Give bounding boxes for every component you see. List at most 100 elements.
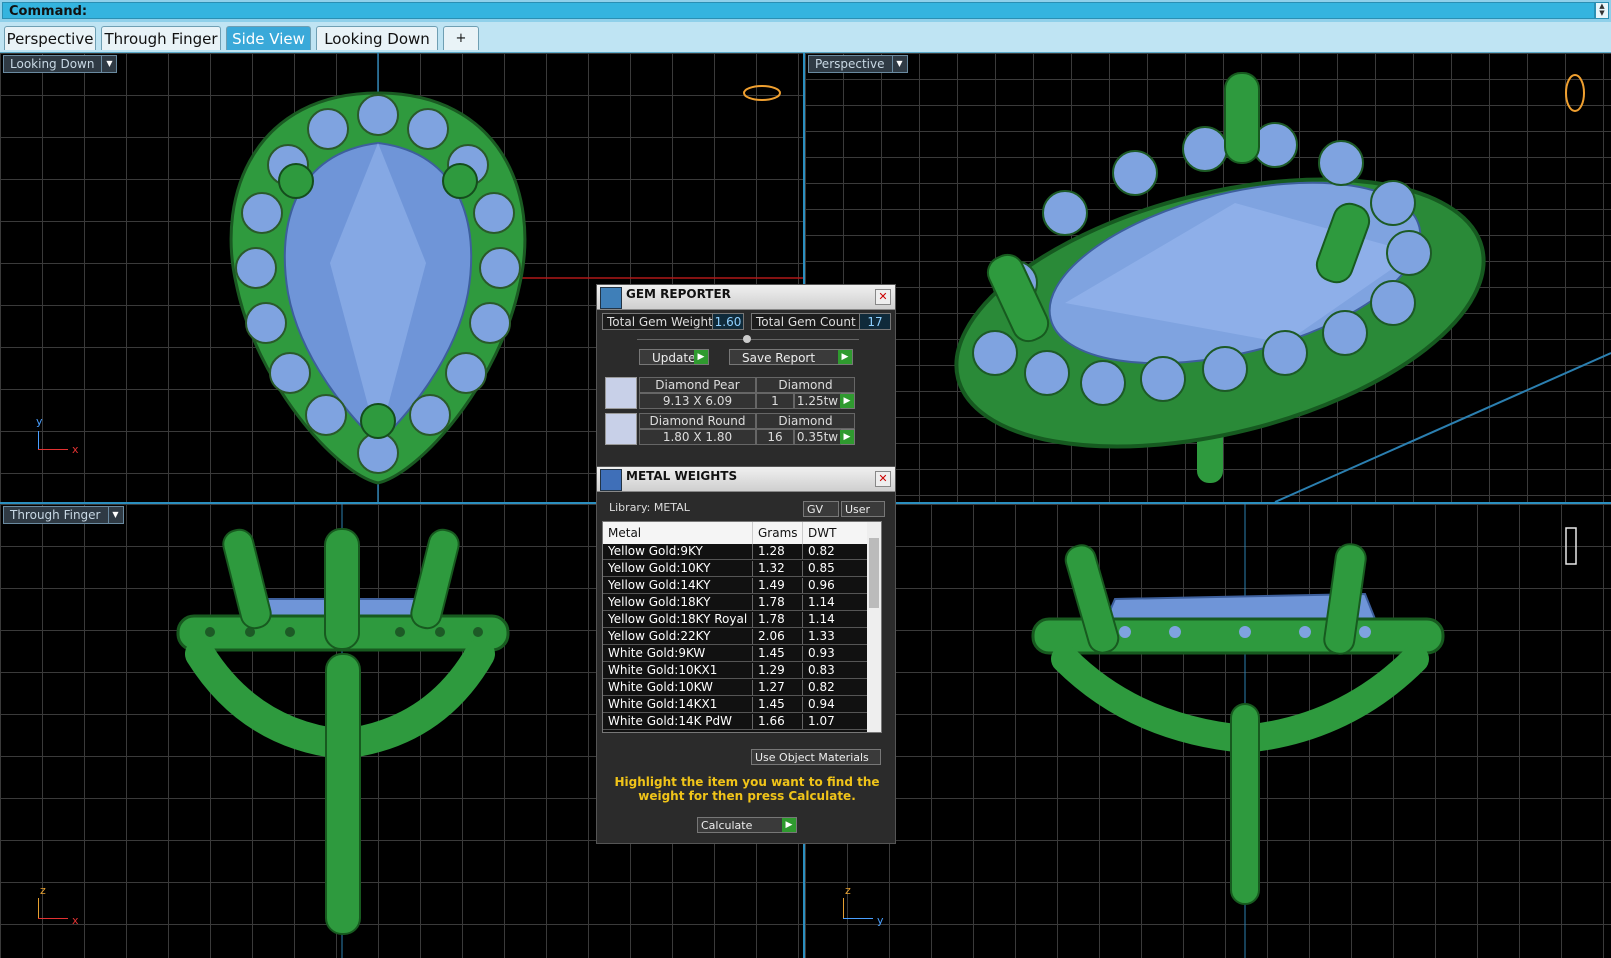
total-gem-count-label: Total Gem Count <box>756 315 856 329</box>
table-row[interactable]: Yellow Gold:14KY 1.49 0.96 <box>603 578 868 594</box>
calculate-button[interactable]: Calculate ▶ <box>697 817 797 833</box>
close-icon[interactable]: ✕ <box>875 289 891 305</box>
cell-metal: Yellow Gold:18KY <box>603 595 753 610</box>
cell-grams: 1.78 <box>753 612 803 627</box>
cell-grams: 1.66 <box>753 714 803 729</box>
gem-size: 9.13 X 6.09 <box>639 393 756 409</box>
col-header-dwt[interactable]: DWT <box>803 522 868 544</box>
ring-orientation-icon <box>1565 74 1585 112</box>
gem-detail-button[interactable]: ▶ <box>840 393 855 409</box>
gem-detail-button[interactable]: ▶ <box>840 429 855 445</box>
calculate-hint: Highlight the item you want to find the … <box>614 775 880 803</box>
table-row[interactable]: Yellow Gold:10KY 1.32 0.85 <box>603 561 868 577</box>
cell-metal: Yellow Gold:22KY <box>603 629 753 644</box>
close-icon[interactable]: ✕ <box>875 471 891 487</box>
cell-dwt: 0.93 <box>803 646 868 661</box>
viewport-side-view[interactable]: z y <box>805 504 1611 958</box>
tab-looking-down[interactable]: Looking Down <box>316 26 438 50</box>
tab-through-finger[interactable]: Through Finger <box>101 26 221 50</box>
panel-title: GEM REPORTER <box>626 287 731 301</box>
table-row[interactable]: Yellow Gold:9KY 1.28 0.82 <box>603 544 868 560</box>
gem-weight: 0.35tw <box>794 429 841 445</box>
pear-side-render <box>1031 504 1577 958</box>
gem-count: 1 <box>756 393 794 409</box>
axis-y-label: y <box>36 415 43 428</box>
cell-grams: 1.49 <box>753 578 803 593</box>
table-row[interactable]: Yellow Gold:18KY Royal 1.78 1.14 <box>603 612 868 628</box>
gem-reporter-panel: GEM REPORTER ✕ Total Gem Weight 1.60 Tot… <box>596 284 896 468</box>
cell-dwt: 1.07 <box>803 714 868 729</box>
table-row[interactable]: White Gold:14KX1 1.45 0.94 <box>603 697 868 713</box>
gem-reporter-titlebar[interactable]: GEM REPORTER ✕ <box>597 285 895 310</box>
chevron-down-icon[interactable]: ▼ <box>891 56 907 72</box>
viewport-perspective[interactable]: Perspective ▼ <box>805 53 1611 502</box>
command-scroll-arrows[interactable]: ▲ ▼ <box>1595 2 1609 19</box>
play-icon: ▶ <box>694 350 708 364</box>
axis-x-label: x <box>72 443 79 456</box>
metal-weights-table: Metal Grams DWT Yellow Gold:9KY 1.28 0.82 Y… <box>602 521 882 733</box>
cell-metal: White Gold:10KX1 <box>603 663 753 678</box>
cell-dwt: 1.33 <box>803 629 868 644</box>
col-header-metal[interactable]: Metal <box>603 522 753 544</box>
use-object-materials-toggle[interactable]: Use Object Materials <box>751 749 881 765</box>
chevron-down-icon[interactable]: ▼ <box>101 56 116 72</box>
axis-x-label: x <box>72 914 79 927</box>
cell-grams: 1.28 <box>753 544 803 559</box>
play-icon: ▶ <box>838 350 852 364</box>
cell-dwt: 0.94 <box>803 697 868 712</box>
metal-weights-titlebar[interactable]: METAL WEIGHTS ✕ <box>597 467 895 492</box>
ring-orientation-icon <box>743 85 781 101</box>
gem-row[interactable]: Diamond Pear Diamond 9.13 X 6.09 1 1.25t… <box>605 377 855 409</box>
total-gem-weight-value: 1.60 <box>712 314 743 329</box>
axis-y-line <box>843 918 873 919</box>
gv-toggle[interactable]: GV <box>803 501 839 517</box>
axis-z-line <box>38 898 39 918</box>
play-icon: ▶ <box>840 430 854 444</box>
gem-material: Diamond <box>756 377 855 393</box>
table-row[interactable]: White Gold:14K PdW 1.66 1.07 <box>603 714 868 730</box>
gem-material: Diamond <box>756 413 855 429</box>
plus-icon: + <box>455 31 467 46</box>
cell-dwt: 0.85 <box>803 561 868 576</box>
table-row[interactable]: Yellow Gold:22KY 2.06 1.33 <box>603 629 868 645</box>
add-tab-button[interactable]: + <box>443 26 479 50</box>
viewport-label[interactable]: Through Finger ▼ <box>3 506 124 524</box>
gem-weight: 1.25tw <box>794 393 841 409</box>
table-row[interactable]: White Gold:10KW 1.27 0.82 <box>603 680 868 696</box>
metal-weights-panel: METAL WEIGHTS ✕ Library: METAL GV User M… <box>596 466 896 844</box>
cell-metal: Yellow Gold:10KY <box>603 561 753 576</box>
table-scrollbar[interactable] <box>867 522 881 732</box>
chevron-down-icon[interactable]: ▼ <box>107 507 123 523</box>
gem-row[interactable]: Diamond Round Diamond 1.80 X 1.80 16 0.3… <box>605 413 855 445</box>
tab-perspective[interactable]: Perspective <box>4 26 96 50</box>
scrollbar-thumb[interactable] <box>869 538 879 608</box>
cell-grams: 1.78 <box>753 595 803 610</box>
table-row[interactable]: White Gold:9KW 1.45 0.93 <box>603 646 868 662</box>
save-report-button[interactable]: Save Report ▶ <box>729 349 853 365</box>
user-toggle[interactable]: User <box>841 501 885 517</box>
cell-metal: White Gold:14K PdW <box>603 714 753 729</box>
cell-grams: 1.27 <box>753 680 803 695</box>
cell-grams: 1.45 <box>753 646 803 661</box>
table-row[interactable]: White Gold:10KX1 1.29 0.83 <box>603 663 868 679</box>
axis-z-label: z <box>40 884 46 897</box>
pear-perspective-render <box>954 72 1611 502</box>
cell-grams: 2.06 <box>753 629 803 644</box>
table-row[interactable]: Yellow Gold:18KY 1.78 1.14 <box>603 595 868 611</box>
cell-grams: 1.29 <box>753 663 803 678</box>
viewport-label[interactable]: Looking Down ▼ <box>3 55 118 73</box>
cell-dwt: 0.96 <box>803 578 868 593</box>
cell-grams: 1.45 <box>753 697 803 712</box>
tab-side-view[interactable]: Side View <box>226 26 311 50</box>
cell-dwt: 0.82 <box>803 544 868 559</box>
cell-dwt: 0.83 <box>803 663 868 678</box>
play-icon: ▶ <box>782 818 796 832</box>
collapse-handle[interactable] <box>743 335 751 343</box>
update-button[interactable]: Update ▶ <box>639 349 709 365</box>
viewport-label[interactable]: Perspective ▼ <box>808 55 908 73</box>
command-input[interactable]: Command: <box>2 2 1595 19</box>
cell-metal: White Gold:14KX1 <box>603 697 753 712</box>
col-header-grams[interactable]: Grams <box>753 522 803 544</box>
total-gem-weight-label: Total Gem Weight <box>607 315 713 329</box>
gem-count: 16 <box>756 429 794 445</box>
